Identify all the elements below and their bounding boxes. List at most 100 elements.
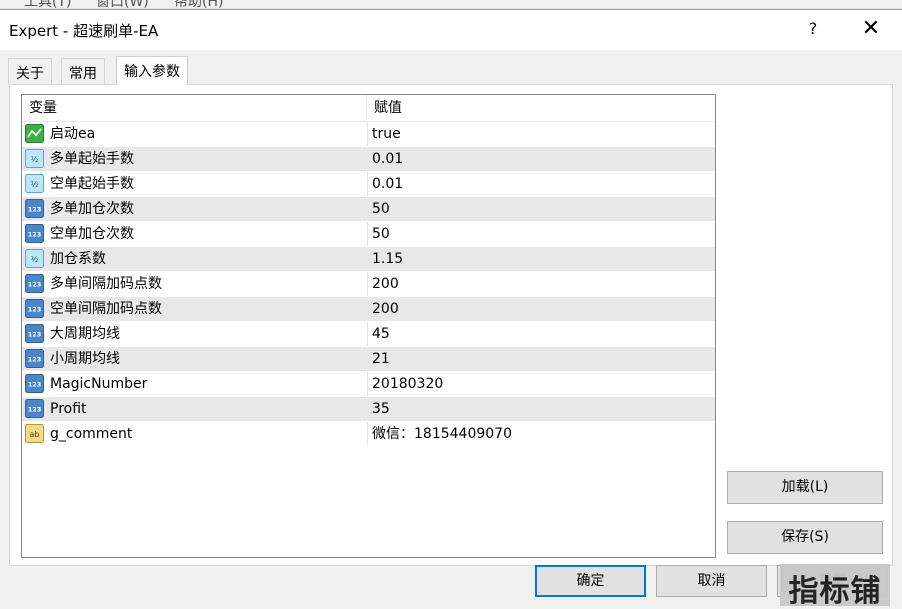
row-value-cell[interactable]: 1.15	[372, 247, 712, 272]
row-variable-label: 多单间隔加码点数	[50, 276, 162, 292]
row-variable-cell[interactable]: 123 多单间隔加码点数	[25, 272, 365, 297]
table-row[interactable]: ab g_comment 微信：18154409070	[22, 422, 715, 447]
table-row[interactable]: ½ 空单起始手数 0.01	[22, 172, 715, 197]
double-icon: ½	[25, 173, 44, 193]
svg-text:½: ½	[31, 255, 39, 264]
integer-icon: 123	[25, 373, 44, 393]
row-variable-label: MagicNumber	[50, 376, 148, 392]
table-row[interactable]: 123 多单间隔加码点数 200	[22, 272, 715, 297]
row-value-cell[interactable]: 50	[372, 222, 712, 247]
row-variable-label: 多单起始手数	[50, 151, 134, 167]
integer-icon: 123	[25, 323, 44, 343]
table-row[interactable]: 123 小周期均线 21	[22, 347, 715, 372]
double-icon: ½	[25, 248, 44, 268]
title-bar: Expert - 超速刷单-EA ? ✕	[0, 10, 902, 50]
cancel-button[interactable]: 取消	[656, 565, 767, 597]
double-icon: ½	[25, 148, 44, 168]
row-variable-cell[interactable]: ½ 加仓系数	[25, 247, 365, 272]
svg-text:123: 123	[28, 355, 42, 363]
row-variable-label: g_comment	[50, 426, 133, 442]
integer-icon: 123	[25, 348, 44, 368]
watermark-text: 指标铺	[788, 574, 882, 606]
row-value-cell[interactable]: 200	[372, 272, 712, 297]
watermark-logo: 指标铺	[780, 564, 890, 606]
tab-inputs[interactable]: 输入参数	[116, 56, 188, 85]
menu-item-help[interactable]: 帮助(H)	[174, 0, 223, 8]
integer-icon: 123	[25, 223, 44, 243]
menu-item-window[interactable]: 窗口(W)	[96, 0, 149, 8]
table-row[interactable]: 123 多单加仓次数 50	[22, 197, 715, 222]
row-variable-cell[interactable]: ab g_comment	[25, 422, 365, 447]
row-variable-cell[interactable]: 123 大周期均线	[25, 322, 365, 347]
inputs-grid[interactable]: 变量 赋值 启动ea true ½ 多单起始手数 0.01 ½ 空单起始手数 0.01 123 多…	[21, 94, 716, 558]
ok-button[interactable]: 确定	[535, 565, 646, 597]
table-row[interactable]: 启动ea true	[22, 122, 715, 147]
row-variable-label: 大周期均线	[50, 326, 120, 342]
column-header-variable[interactable]: 变量	[22, 95, 367, 121]
table-row[interactable]: 123 Profit 35	[22, 397, 715, 422]
row-variable-cell[interactable]: 123 空单间隔加码点数	[25, 297, 365, 322]
bool-icon	[25, 123, 44, 143]
integer-icon: 123	[25, 273, 44, 293]
tab-strip: 关于 常用 输入参数	[0, 50, 902, 85]
svg-text:ab: ab	[30, 430, 40, 439]
close-button[interactable]: ✕	[846, 10, 896, 50]
row-value-cell[interactable]: 45	[372, 322, 712, 347]
load-button[interactable]: 加载(L)	[727, 471, 883, 504]
row-value-cell[interactable]: 微信：18154409070	[372, 422, 712, 447]
svg-text:123: 123	[28, 280, 42, 288]
svg-text:123: 123	[28, 230, 42, 238]
row-value-cell[interactable]: 35	[372, 397, 712, 422]
row-value-cell[interactable]: 0.01	[372, 172, 712, 197]
row-variable-label: 加仓系数	[50, 251, 106, 267]
menu-strip: 工具(T) 窗口(W) 帮助(H)	[0, 0, 902, 9]
row-variable-cell[interactable]: 启动ea	[25, 122, 365, 147]
tab-common[interactable]: 常用	[61, 58, 105, 84]
table-row[interactable]: ½ 加仓系数 1.15	[22, 247, 715, 272]
svg-text:123: 123	[28, 405, 42, 413]
table-row[interactable]: ½ 多单起始手数 0.01	[22, 147, 715, 172]
row-value-cell[interactable]: 20180320	[372, 372, 712, 397]
svg-text:123: 123	[28, 305, 42, 313]
table-row[interactable]: 123 空单间隔加码点数 200	[22, 297, 715, 322]
column-header-value[interactable]: 赋值	[367, 95, 715, 121]
string-icon: ab	[25, 423, 44, 443]
tab-panel: 变量 赋值 启动ea true ½ 多单起始手数 0.01 ½ 空单起始手数 0.01 123 多…	[9, 84, 893, 566]
table-row[interactable]: 123 大周期均线 45	[22, 322, 715, 347]
integer-icon: 123	[25, 398, 44, 418]
row-variable-cell[interactable]: 123 多单加仓次数	[25, 197, 365, 222]
svg-text:½: ½	[31, 180, 39, 189]
row-value-cell[interactable]: true	[372, 122, 712, 147]
row-variable-cell[interactable]: 123 MagicNumber	[25, 372, 365, 397]
row-variable-label: 空单加仓次数	[50, 226, 134, 242]
row-value-cell[interactable]: 200	[372, 297, 712, 322]
row-variable-label: 空单间隔加码点数	[50, 301, 162, 317]
svg-text:123: 123	[28, 205, 42, 213]
row-variable-label: Profit	[50, 401, 87, 417]
table-row[interactable]: 123 MagicNumber 20180320	[22, 372, 715, 397]
row-value-cell[interactable]: 50	[372, 197, 712, 222]
row-variable-cell[interactable]: 123 Profit	[25, 397, 365, 422]
row-variable-label: 启动ea	[50, 126, 96, 142]
integer-icon: 123	[25, 298, 44, 318]
svg-text:123: 123	[28, 380, 42, 388]
row-variable-label: 空单起始手数	[50, 176, 134, 192]
menu-item-tools[interactable]: 工具(T)	[24, 0, 71, 8]
row-variable-cell[interactable]: ½ 空单起始手数	[25, 172, 365, 197]
row-value-cell[interactable]: 21	[372, 347, 712, 372]
row-variable-label: 小周期均线	[50, 351, 120, 367]
tab-about[interactable]: 关于	[8, 58, 52, 84]
save-button[interactable]: 保存(S)	[727, 521, 883, 554]
grid-header: 变量 赋值	[22, 95, 715, 122]
help-button[interactable]: ?	[790, 10, 836, 50]
row-variable-cell[interactable]: 123 空单加仓次数	[25, 222, 365, 247]
dialog-title: Expert - 超速刷单-EA	[9, 22, 159, 40]
svg-text:123: 123	[28, 330, 42, 338]
row-variable-cell[interactable]: ½ 多单起始手数	[25, 147, 365, 172]
integer-icon: 123	[25, 198, 44, 218]
table-row[interactable]: 123 空单加仓次数 50	[22, 222, 715, 247]
row-value-cell[interactable]: 0.01	[372, 147, 712, 172]
row-variable-cell[interactable]: 123 小周期均线	[25, 347, 365, 372]
svg-text:½: ½	[31, 155, 39, 164]
row-variable-label: 多单加仓次数	[50, 201, 134, 217]
